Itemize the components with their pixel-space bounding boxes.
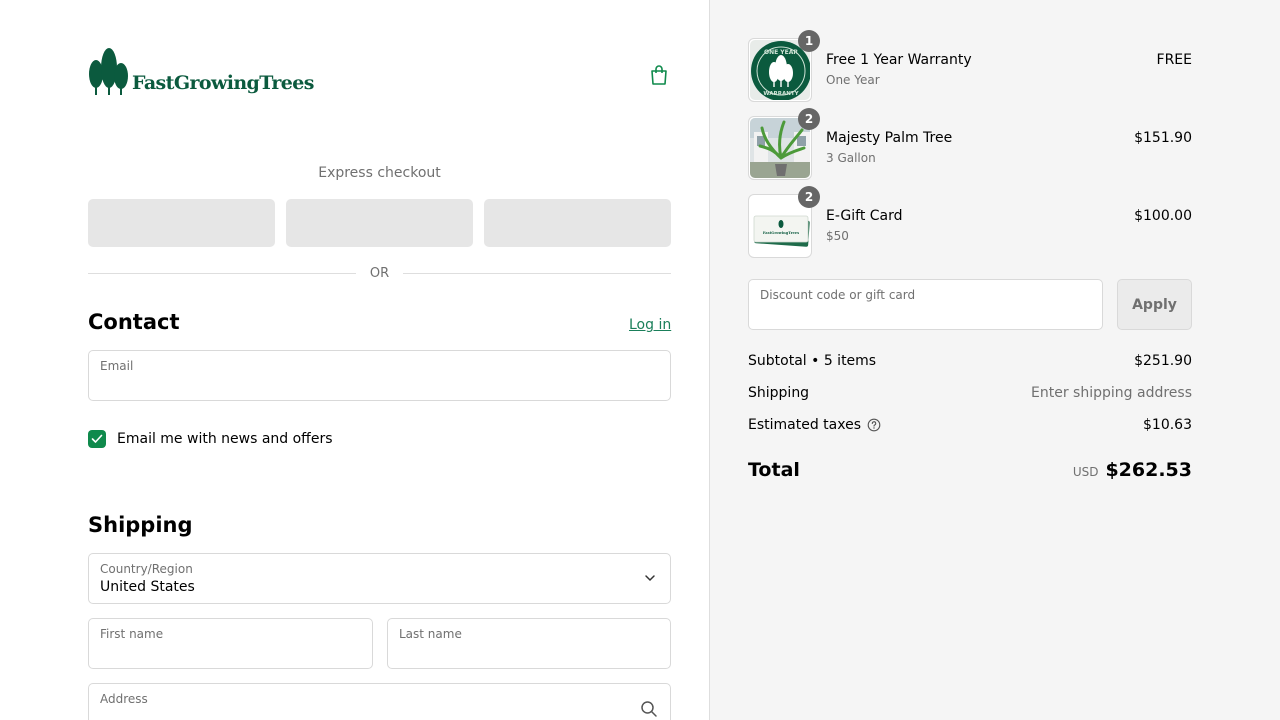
login-link[interactable]: Log in — [629, 317, 671, 333]
country-label: Country/Region — [100, 562, 193, 576]
shipping-label: Shipping — [748, 385, 810, 401]
badge-bottom-text: WARRANTY — [763, 91, 799, 97]
total-amount: $262.53 — [1105, 459, 1192, 481]
divider-line — [88, 273, 356, 274]
country-select[interactable]: Country/Region United States — [88, 553, 671, 604]
email-field[interactable]: Email — [88, 350, 671, 401]
express-checkout-buttons — [88, 199, 671, 247]
total-label: Total — [748, 459, 800, 481]
cart-item: FastGrowingTrees 2 E-Gift Card $50 $100.… — [748, 186, 1192, 258]
quantity-badge: 2 — [798, 186, 820, 208]
subtotal-label: Subtotal • 5 items — [748, 353, 877, 369]
subtotal-value: $251.90 — [1134, 353, 1192, 369]
shipping-value: Enter shipping address — [1031, 385, 1192, 401]
newsletter-checkbox[interactable] — [88, 430, 106, 448]
trees-logo-icon — [89, 48, 128, 95]
email-label: Email — [100, 359, 134, 373]
chevron-down-icon — [645, 575, 655, 582]
badge-top-text: ONE YEAR — [764, 49, 798, 56]
apply-discount-button[interactable]: Apply — [1117, 279, 1192, 330]
product-thumbnail: ONE YEAR WARRANTY 1 — [748, 30, 820, 102]
item-variant: 3 Gallon — [826, 151, 876, 165]
or-text: OR — [369, 266, 390, 281]
brand-logo[interactable]: FastGrowingTrees — [88, 47, 314, 96]
shopping-bag-icon[interactable] — [649, 64, 669, 86]
first-name-field[interactable]: First name — [88, 618, 373, 669]
country-value: United States — [100, 579, 195, 595]
checkmark-icon — [91, 434, 103, 443]
gift-card-text: FastGrowingTrees — [763, 231, 799, 235]
item-price: $151.90 — [1134, 130, 1192, 146]
express-checkout-title: Express checkout — [318, 165, 441, 181]
divider-line — [403, 273, 672, 274]
item-price: $100.00 — [1134, 208, 1192, 224]
quantity-badge: 1 — [798, 30, 820, 52]
item-name: Majesty Palm Tree — [826, 130, 953, 146]
last-name-field[interactable]: Last name — [387, 618, 671, 669]
product-thumbnail: 2 — [748, 108, 820, 180]
newsletter-option[interactable]: Email me with news and offers — [88, 430, 333, 448]
last-name-label: Last name — [399, 627, 462, 641]
newsletter-label: Email me with news and offers — [117, 431, 333, 447]
item-variant: $50 — [826, 229, 849, 243]
cart-item: ONE YEAR WARRANTY 1 Free 1 Year Warranty… — [748, 30, 1192, 102]
address-field[interactable]: Address — [88, 683, 671, 720]
shipping-heading: Shipping — [88, 513, 193, 537]
product-thumbnail: FastGrowingTrees 2 — [748, 186, 820, 258]
address-label: Address — [100, 692, 148, 706]
taxes-value: $10.63 — [1143, 417, 1192, 433]
total-currency: USD — [1072, 465, 1099, 479]
quantity-badge: 2 — [798, 108, 820, 130]
express-pay-button-2[interactable] — [286, 199, 473, 247]
taxes-label: Estimated taxes — [748, 417, 862, 433]
cart-item: 2 Majesty Palm Tree 3 Gallon $151.90 — [748, 108, 1192, 180]
contact-heading: Contact — [88, 310, 180, 334]
first-name-label: First name — [100, 627, 164, 641]
express-pay-button-1[interactable] — [88, 199, 275, 247]
discount-code-input[interactable]: Discount code or gift card — [748, 279, 1103, 330]
item-name: Free 1 Year Warranty — [826, 52, 972, 68]
help-icon[interactable] — [867, 418, 881, 432]
express-pay-button-3[interactable] — [484, 199, 671, 247]
item-name: E-Gift Card — [826, 208, 903, 224]
item-variant: One Year — [826, 73, 880, 87]
total-amount-group: USD $262.53 — [1073, 459, 1192, 481]
or-divider: OR — [88, 266, 672, 281]
discount-label: Discount code or gift card — [760, 288, 916, 302]
search-icon — [641, 701, 657, 717]
checkout-form-panel: FastGrowingTrees Express checkout OR Con… — [0, 0, 710, 720]
taxes-label-group: Estimated taxes — [748, 417, 881, 433]
brand-name: FastGrowingTrees — [132, 72, 314, 94]
item-price: FREE — [1156, 52, 1192, 68]
